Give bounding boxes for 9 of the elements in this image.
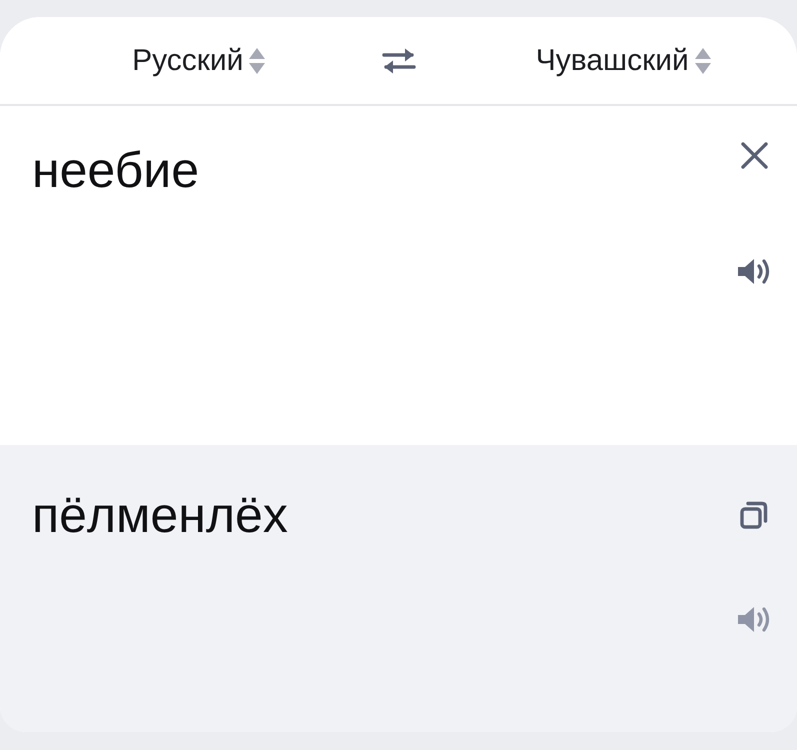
close-icon [740,142,768,168]
swap-arrows-icon [382,46,416,74]
target-language-selector[interactable]: Чувашский [530,40,717,82]
copy-icon [740,501,768,529]
sort-arrows-icon [249,48,266,74]
source-text-field[interactable]: неебие [32,140,737,200]
source-language-selector[interactable]: Русский [126,40,272,82]
translation-text: пёлменлёх [32,486,289,545]
sort-arrows-icon [694,48,711,74]
